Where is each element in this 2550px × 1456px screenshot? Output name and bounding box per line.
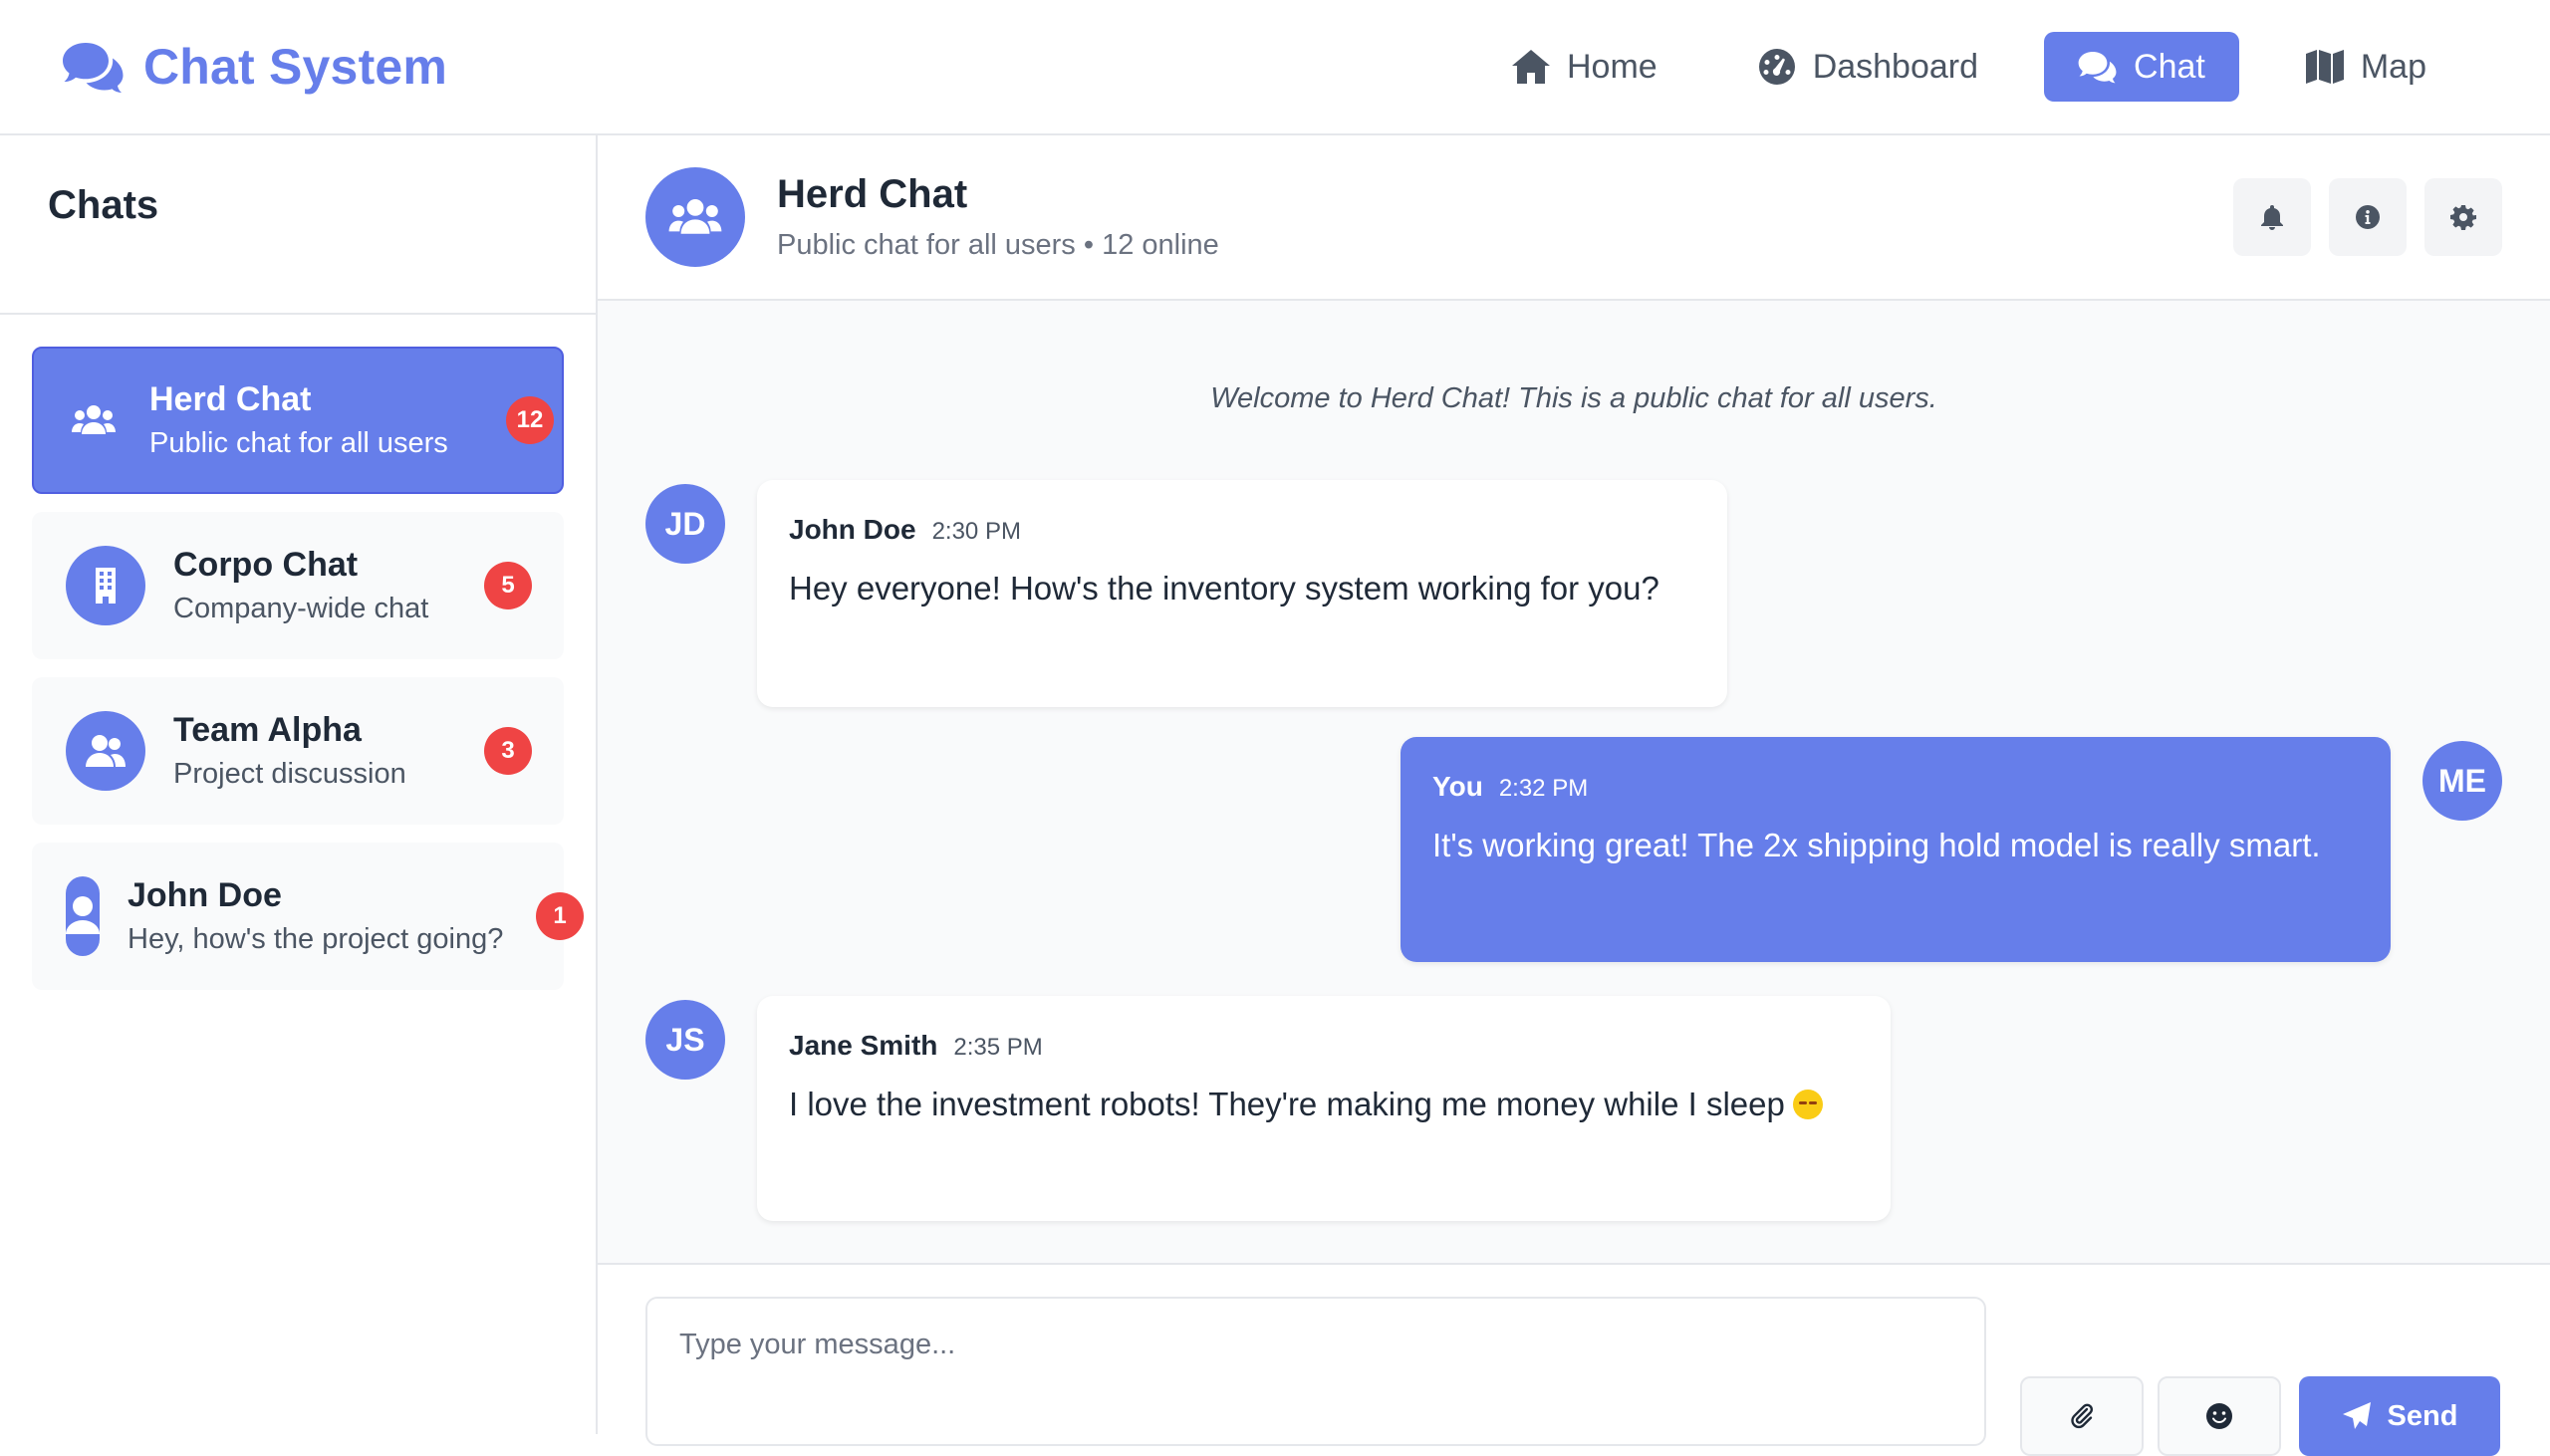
message-time: 2:32 PM: [1498, 775, 1589, 802]
nav-home[interactable]: Home: [1477, 32, 1691, 102]
info-icon: [2356, 205, 2380, 229]
home-icon: [1511, 50, 1550, 84]
building-icon: [96, 568, 116, 604]
unread-badge: 3: [484, 727, 532, 775]
chat-avatar: [66, 380, 122, 460]
chat-subtitle: Public chat for all users • 12 online: [777, 229, 1219, 261]
message-text: It's working great! The 2x shipping hold…: [1432, 827, 2321, 863]
send-icon: [2342, 1402, 2371, 1429]
message-time: 2:35 PM: [953, 1034, 1043, 1061]
nav-dashboard[interactable]: Dashboard: [1723, 32, 2012, 102]
message-author: You: [1432, 771, 1483, 802]
chat-sidebar: Chats Herd Chat Public chat for all user…: [0, 135, 598, 1434]
message-text-container: I love the investment robots! They're ma…: [789, 1086, 1859, 1123]
chat-header: Herd Chat Public chat for all users • 12…: [598, 135, 2550, 301]
chat-avatar: [66, 711, 145, 791]
settings-icon: [2450, 205, 2476, 230]
chat-main: Herd Chat Public chat for all users • 12…: [598, 135, 2550, 1446]
chat-icon: [2078, 52, 2117, 84]
message-text: Hey everyone! How's the inventory system…: [789, 570, 1659, 607]
settings-button[interactable]: [2424, 178, 2502, 256]
chat-bubbles-icon: [63, 43, 124, 93]
avatar: JD: [645, 484, 725, 564]
users-icon: [668, 199, 722, 234]
unread-badge: 5: [484, 562, 532, 609]
avatar: JS: [645, 1000, 725, 1080]
main-nav: Home Dashboard Chat Map: [1477, 32, 2488, 102]
brand[interactable]: Chat System: [62, 38, 447, 96]
top-navbar: Chat System Home Dashboard Chat Map: [0, 0, 2550, 135]
chat-name: Herd Chat: [149, 380, 312, 418]
unread-badge: 1: [536, 892, 584, 940]
attach-button[interactable]: [2020, 1376, 2144, 1456]
unread-badge: 12: [506, 396, 554, 444]
chat-subtitle: Company-wide chat: [173, 593, 429, 624]
send-button[interactable]: Send: [2299, 1376, 2500, 1456]
bell-icon: [2261, 205, 2283, 230]
message-time: 2:30 PM: [931, 518, 1021, 545]
chat-item-team-alpha[interactable]: Team Alpha Project discussion 3: [32, 677, 564, 825]
user-icon: [66, 896, 100, 934]
send-label: Send: [2387, 1399, 2458, 1432]
chat-item-corpo-chat[interactable]: Corpo Chat Company-wide chat 5: [32, 512, 564, 659]
notifications-button[interactable]: [2233, 178, 2311, 256]
chat-avatar: [66, 876, 100, 956]
chat-name: John Doe: [128, 876, 282, 914]
message-author: Jane Smith: [789, 1030, 938, 1061]
smile-icon: [2206, 1403, 2232, 1429]
chat-avatar: [66, 546, 145, 625]
users-icon: [72, 405, 116, 434]
nav-chat-label: Chat: [2134, 47, 2205, 86]
system-message: Welcome to Herd Chat! This is a public c…: [1210, 382, 1937, 414]
chat-subtitle: Public chat for all users: [149, 427, 448, 459]
paperclip-icon: [2071, 1403, 2094, 1429]
sidebar-title: Chats: [0, 135, 596, 315]
message-list: Welcome to Herd Chat! This is a public c…: [598, 301, 2550, 1265]
chat-item-john-doe[interactable]: John Doe Hey, how's the project going? 1: [32, 843, 584, 990]
chat-item-herd-chat[interactable]: Herd Chat Public chat for all users 12: [32, 347, 564, 494]
info-button[interactable]: [2329, 178, 2407, 256]
chat-title: Herd Chat: [777, 172, 968, 216]
nav-map[interactable]: Map: [2271, 32, 2460, 102]
chat-list: Herd Chat Public chat for all users 12 C…: [0, 315, 596, 1022]
message-author: John Doe: [789, 514, 916, 545]
emoji-button[interactable]: [2158, 1376, 2281, 1456]
dashboard-icon: [1758, 49, 1795, 85]
message-bubble-own: You 2:32 PM It's working great! The 2x s…: [1401, 737, 2391, 962]
user-group-icon: [86, 735, 126, 767]
message-bubble: Jane Smith 2:35 PM I love the investment…: [757, 996, 1891, 1221]
chat-name: Team Alpha: [173, 711, 362, 749]
map-icon: [2305, 50, 2344, 84]
app-title: Chat System: [143, 39, 448, 95]
nav-home-label: Home: [1566, 47, 1658, 86]
message-text: I love the investment robots! They're ma…: [789, 1086, 1785, 1122]
chat-name: Corpo Chat: [173, 546, 359, 584]
avatar: ME: [2422, 741, 2502, 821]
message-bubble: John Doe 2:30 PM Hey everyone! How's the…: [757, 480, 1727, 707]
chat-header-avatar: [645, 167, 745, 267]
sleeping-face-emoji: [1792, 1090, 1823, 1119]
chat-subtitle: Project discussion: [173, 758, 406, 790]
message-input[interactable]: [645, 1297, 1986, 1446]
nav-chat[interactable]: Chat: [2044, 32, 2239, 102]
chat-actions: [2233, 178, 2502, 256]
chat-subtitle: Hey, how's the project going?: [128, 923, 504, 955]
nav-map-label: Map: [2360, 47, 2426, 86]
nav-dashboard-label: Dashboard: [1812, 47, 1979, 86]
